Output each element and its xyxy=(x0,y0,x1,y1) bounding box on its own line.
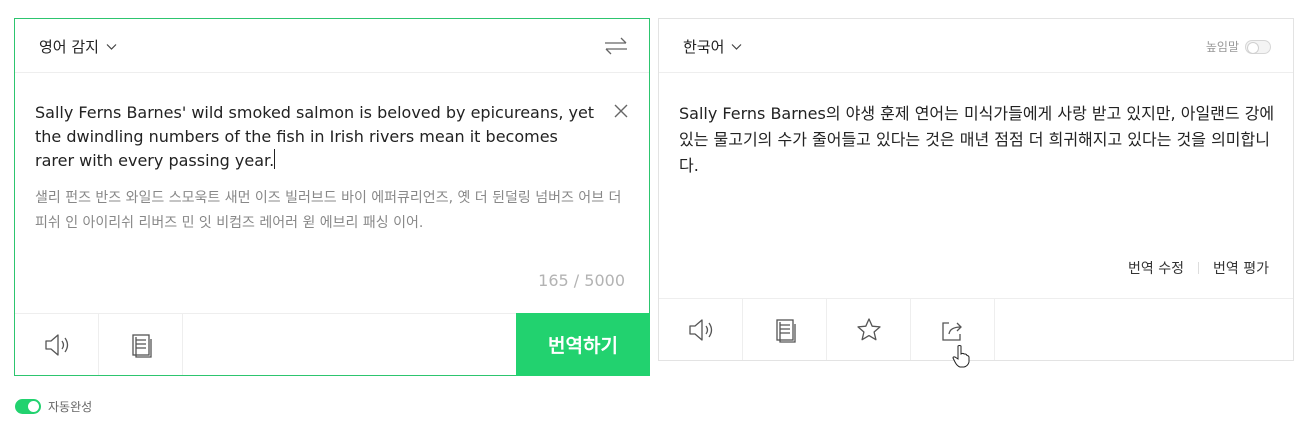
star-icon xyxy=(856,317,881,340)
source-listen-button[interactable] xyxy=(15,314,99,375)
honorific-switch[interactable] xyxy=(1245,39,1271,54)
autocomplete-toggle[interactable]: 자동완성 xyxy=(15,398,92,415)
source-language-select[interactable]: 영어 감지 xyxy=(39,36,118,57)
autocomplete-switch[interactable] xyxy=(15,399,41,414)
target-toolbar xyxy=(659,298,1293,360)
hand-cursor-icon xyxy=(952,345,970,368)
chevron-down-icon xyxy=(106,44,117,50)
honorific-toggle[interactable]: 높임말 xyxy=(1206,38,1271,55)
target-listen-button[interactable] xyxy=(659,299,743,360)
target-language-label: 한국어 xyxy=(683,38,725,56)
target-panel: 한국어 높임말 Sally Ferns Barnes의 야생 훈제 연어는 미식… xyxy=(658,18,1294,368)
swap-arrows-icon[interactable] xyxy=(603,35,629,57)
edit-translation-link[interactable]: 번역 수정 xyxy=(1128,258,1184,278)
source-text: Sally Ferns Barnes' wild smoked salmon i… xyxy=(35,103,595,170)
share-icon xyxy=(941,321,962,341)
text-caret xyxy=(274,149,276,169)
close-icon[interactable] xyxy=(613,103,629,119)
source-panel: 영어 감지 Sally Ferns Barnes' wild smoked sa… xyxy=(14,18,650,376)
rate-translation-link[interactable]: 번역 평가 xyxy=(1213,258,1269,278)
favorite-button[interactable] xyxy=(827,299,911,360)
divider xyxy=(1198,262,1200,274)
autocomplete-label: 자동완성 xyxy=(48,400,93,414)
source-language-label: 영어 감지 xyxy=(39,38,99,56)
char-count: 165 / 5000 xyxy=(538,271,625,290)
honorific-label: 높임말 xyxy=(1205,40,1239,54)
target-copy-button[interactable] xyxy=(743,299,827,360)
chevron-down-icon xyxy=(731,44,742,50)
pronunciation-text: 샐리 펀즈 반즈 와일드 스모욱트 새먼 이즈 빌러브드 바이 에퍼큐리언즈, … xyxy=(35,190,622,231)
translation-feedback: 번역 수정 번역 평가 xyxy=(1128,258,1269,278)
source-copy-button[interactable] xyxy=(99,314,183,375)
translated-text: Sally Ferns Barnes의 야생 훈제 연어는 미식가들에게 사랑 … xyxy=(679,104,1275,175)
copy-icon xyxy=(131,333,152,358)
target-language-select[interactable]: 한국어 xyxy=(683,36,743,57)
target-header: 한국어 높임말 xyxy=(659,19,1293,73)
source-text-input[interactable]: Sally Ferns Barnes' wild smoked salmon i… xyxy=(35,101,601,173)
speaker-icon xyxy=(44,333,68,356)
translate-button[interactable]: 번역하기 xyxy=(516,313,650,376)
copy-icon xyxy=(775,318,796,343)
speaker-icon xyxy=(688,318,712,341)
source-header: 영어 감지 xyxy=(15,19,649,73)
